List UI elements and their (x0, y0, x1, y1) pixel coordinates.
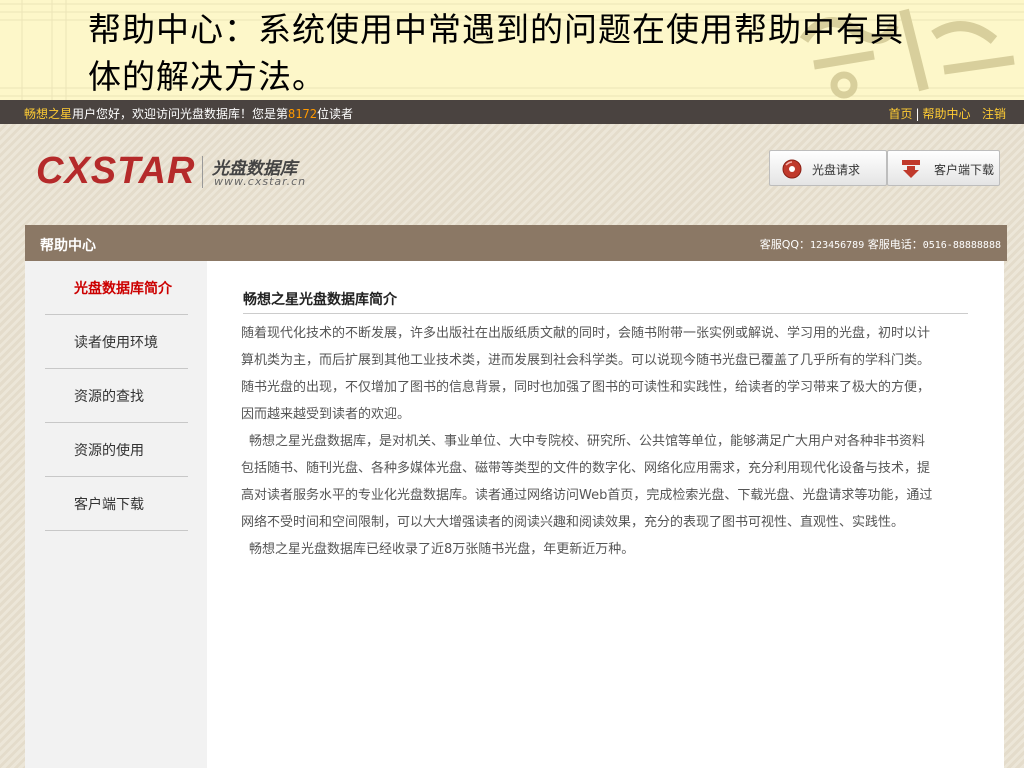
sidebar-item-label: 资源的使用 (74, 443, 144, 459)
sidebar-item-label: 客户端下载 (74, 497, 144, 513)
top-nav-links: 首页 | 帮助中心 注销 (888, 105, 1006, 122)
article-paragraph: 畅想之星光盘数据库已经收录了近8万张随书光盘，年更新近万种。 (249, 542, 635, 557)
sidebar-item-label: 资源的查找 (74, 389, 144, 405)
logo-url: www.cxstar.cn (214, 175, 307, 188)
home-link[interactable]: 首页 (888, 107, 912, 121)
sidebar-item-label: 光盘数据库简介 (74, 281, 172, 297)
logo-divider (202, 156, 203, 188)
article-paragraph: 畅想之星光盘数据库，是对机关、事业单位、大中专院校、研究所、公共馆等单位，能够满… (241, 434, 933, 530)
sidebar-item-resource-usage[interactable]: 资源的使用 (45, 423, 188, 477)
sidebar-item-client-download[interactable]: 客户端下载 (45, 477, 188, 531)
phone-number: 0516-88888888 (922, 240, 1001, 251)
contact-info: 客服QQ：123456789 客服电话：0516-88888888 (760, 236, 1001, 252)
title-divider (243, 313, 968, 314)
visitor-count: 8172 (288, 107, 317, 121)
qq-label: 客服QQ： (759, 238, 811, 251)
client-download-label: 客户端下载 (934, 163, 995, 177)
slide-banner: 帮助中心：系统使用中常遇到的问题在使用帮助中有具体的解决方法。 (0, 0, 1024, 100)
article-panel: 畅想之星光盘数据库简介 随着现代化技术的不断发展，许多出版社在出版纸质文献的同时… (207, 261, 1004, 768)
disc-request-button[interactable]: 光盘请求 (769, 150, 887, 186)
sidebar-item-label: 读者使用环境 (74, 335, 158, 351)
help-center-bar: 帮助中心 客服QQ：123456789 客服电话：0516-88888888 (25, 225, 1007, 261)
brand-name: 畅想之星 (24, 107, 73, 121)
greeting-text-pre: 用户您好，欢迎访问光盘数据库！您是第 (72, 107, 289, 121)
article-paragraph: 随着现代化技术的不断发展，许多出版社在出版纸质文献的同时，会随书附带一张实例或解… (241, 326, 931, 422)
sidebar-item-database-intro[interactable]: 光盘数据库简介 (45, 261, 188, 315)
client-download-button[interactable]: 客户端下载 (887, 150, 1000, 186)
help-center-title: 帮助中心 (40, 238, 96, 254)
sidebar-item-resource-search[interactable]: 资源的查找 (45, 369, 188, 423)
article-body: 随着现代化技术的不断发展，许多出版社在出版纸质文献的同时，会随书附带一张实例或解… (241, 320, 936, 563)
help-sidebar: 光盘数据库简介 读者使用环境 资源的查找 资源的使用 客户端下载 (25, 261, 207, 768)
disc-request-label: 光盘请求 (812, 163, 861, 177)
welcome-message: 畅想之星用户您好，欢迎访问光盘数据库！您是第8172位读者 (24, 105, 353, 122)
greeting-text-post: 位读者 (316, 107, 353, 121)
qq-number: 123456789 (810, 240, 865, 251)
disc-icon (782, 159, 802, 179)
help-center-link[interactable]: 帮助中心 (923, 107, 971, 121)
slide-title: 帮助中心：系统使用中常遇到的问题在使用帮助中有具体的解决方法。 (88, 10, 904, 96)
download-icon (902, 160, 920, 178)
link-separator: | (915, 107, 920, 121)
top-status-bar: 畅想之星用户您好，欢迎访问光盘数据库！您是第8172位读者 首页 | 帮助中心 注销 (0, 100, 1024, 124)
logout-link[interactable]: 注销 (982, 107, 1006, 121)
phone-label: 客服电话： (867, 238, 923, 251)
article-title: 畅想之星光盘数据库简介 (243, 292, 397, 308)
sidebar-item-reader-environment[interactable]: 读者使用环境 (45, 315, 188, 369)
logo-brand: CXSTAR (36, 150, 196, 192)
